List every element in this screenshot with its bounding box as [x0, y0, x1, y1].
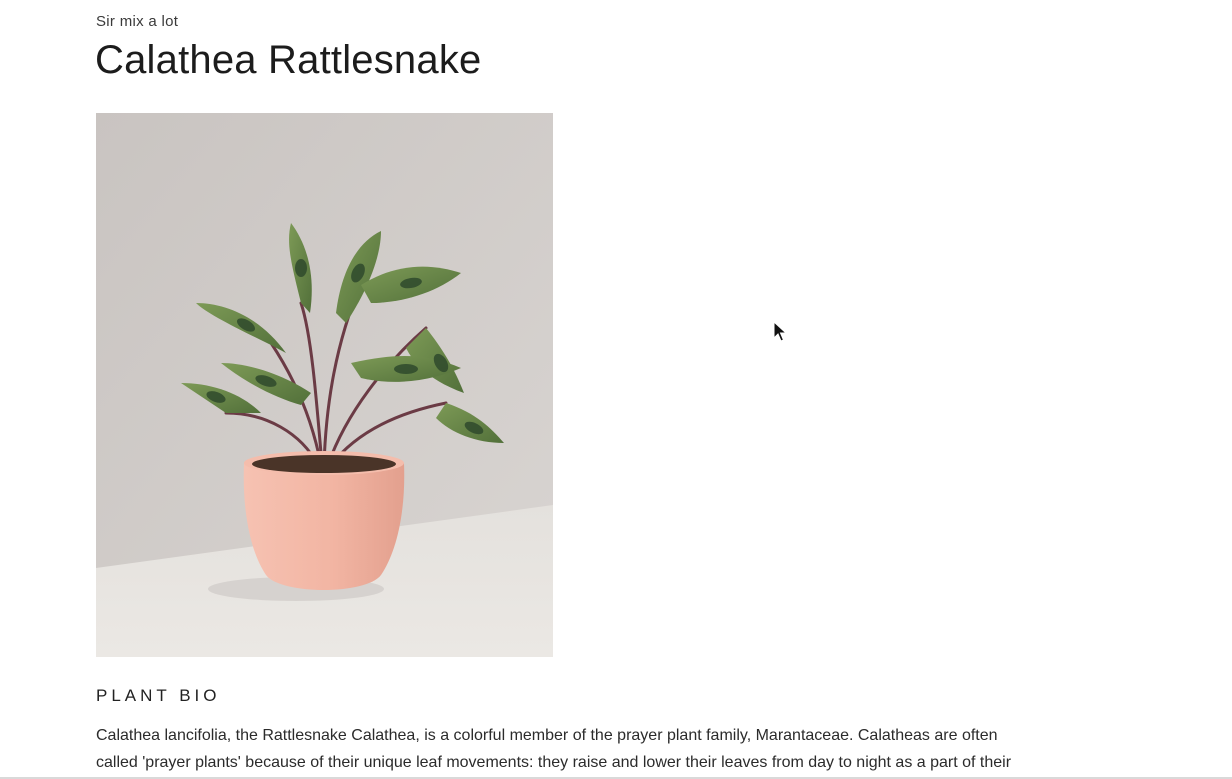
- mouse-pointer-icon: [773, 321, 787, 342]
- product-page: Sir mix a lot Calathea Rattlesnake PLANT…: [0, 0, 1232, 779]
- plant-bio-text: Calathea lancifolia, the Rattlesnake Cal…: [96, 722, 1156, 776]
- potted-calathea-plant-photo: [96, 113, 553, 657]
- product-image: [96, 113, 553, 657]
- brand-label: Sir mix a lot: [96, 13, 179, 30]
- plant-bio-heading: PLANT BIO: [96, 686, 221, 705]
- plant-bio-line: Calathea lancifolia, the Rattlesnake Cal…: [96, 727, 998, 744]
- page-title: Calathea Rattlesnake: [95, 38, 482, 82]
- plant-bio-line: called 'prayer plants' because of their …: [96, 754, 1012, 771]
